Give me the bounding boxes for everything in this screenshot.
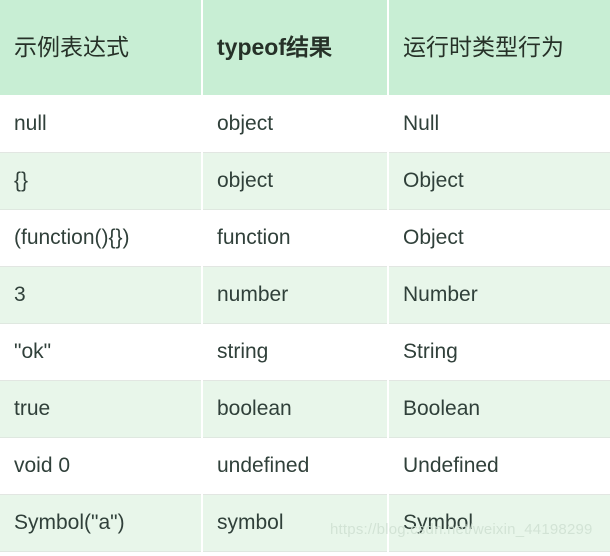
column-header-runtime-type: 运行时类型行为: [388, 0, 610, 95]
table-row: Symbol("a") symbol Symbol: [0, 494, 610, 552]
typeof-reference-table: 示例表达式 typeof结果 运行时类型行为 null object Null …: [0, 0, 610, 552]
column-header-typeof-result: typeof结果: [202, 0, 389, 95]
cell-expression: true: [0, 380, 203, 438]
cell-typeof: object: [202, 152, 389, 210]
table-body: null object Null {} object Object (funct…: [0, 95, 610, 552]
cell-runtime-type: Undefined: [388, 437, 610, 495]
table-row: {} object Object: [0, 152, 610, 210]
cell-runtime-type: Object: [388, 209, 610, 267]
cell-typeof: object: [202, 95, 389, 153]
cell-typeof: undefined: [202, 437, 389, 495]
table-row: (function(){}) function Object: [0, 209, 610, 267]
cell-expression: (function(){}): [0, 209, 203, 267]
cell-runtime-type: Symbol: [388, 494, 610, 552]
cell-expression: null: [0, 95, 203, 153]
cell-runtime-type: Number: [388, 266, 610, 324]
cell-runtime-type: String: [388, 323, 610, 381]
cell-expression: "ok": [0, 323, 203, 381]
table-row: null object Null: [0, 95, 610, 153]
cell-typeof: function: [202, 209, 389, 267]
table-header: 示例表达式 typeof结果 运行时类型行为: [0, 0, 610, 95]
cell-expression: 3: [0, 266, 203, 324]
cell-typeof: string: [202, 323, 389, 381]
header-row: 示例表达式 typeof结果 运行时类型行为: [0, 0, 610, 95]
table-row: true boolean Boolean: [0, 380, 610, 438]
cell-expression: void 0: [0, 437, 203, 495]
table-row: 3 number Number: [0, 266, 610, 324]
column-header-expression: 示例表达式: [0, 0, 203, 95]
cell-expression: Symbol("a"): [0, 494, 203, 552]
cell-runtime-type: Boolean: [388, 380, 610, 438]
cell-typeof: boolean: [202, 380, 389, 438]
cell-typeof: number: [202, 266, 389, 324]
cell-runtime-type: Object: [388, 152, 610, 210]
table-row: void 0 undefined Undefined: [0, 437, 610, 495]
cell-typeof: symbol: [202, 494, 389, 552]
table-row: "ok" string String: [0, 323, 610, 381]
cell-expression: {}: [0, 152, 203, 210]
typeof-table-container: 示例表达式 typeof结果 运行时类型行为 null object Null …: [0, 0, 610, 556]
cell-runtime-type: Null: [388, 95, 610, 153]
